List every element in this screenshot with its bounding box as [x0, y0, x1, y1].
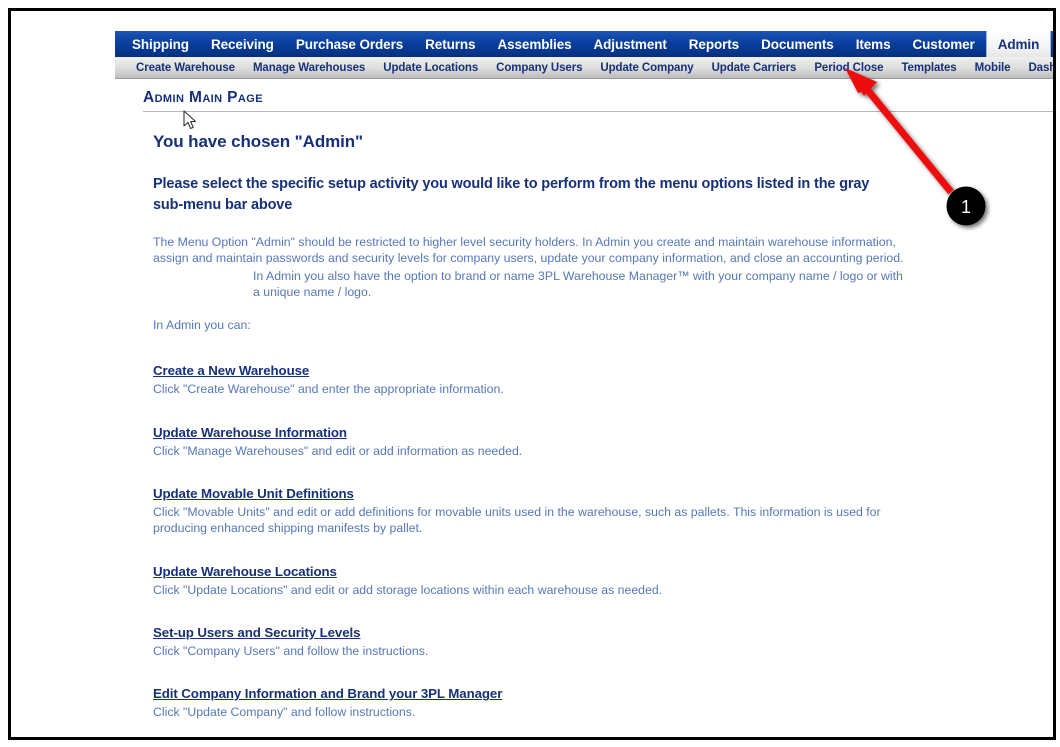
nav-tab-returns[interactable]: Returns: [414, 31, 486, 57]
task-description: Click "Movable Units" and edit or add de…: [153, 505, 881, 536]
link-update-warehouse-information[interactable]: Update Warehouse Information: [153, 425, 347, 440]
admin-task-users-security: Set-up Users and Security Levels Click "…: [153, 624, 1053, 659]
nav-tab-label: Adjustment: [593, 36, 667, 52]
browser-window-frame: Shipping Receiving Purchase Orders Retur…: [8, 8, 1056, 740]
nav-tab-assemblies[interactable]: Assemblies: [486, 31, 582, 57]
nav-tab-label: Reports: [688, 36, 740, 52]
subnav-item-update-carriers[interactable]: Update Carriers: [703, 62, 806, 74]
subnav-item-company-users[interactable]: Company Users: [487, 62, 591, 74]
nav-tab-label: Admin: [997, 36, 1040, 52]
nav-tab-purchase-orders[interactable]: Purchase Orders: [285, 31, 414, 57]
admin-task-warehouse-locations: Update Warehouse Locations Click "Update…: [153, 563, 1053, 598]
nav-tab-label: Items: [855, 36, 891, 52]
subnav-item-mobile[interactable]: Mobile: [966, 62, 1020, 74]
task-description: Click "Update Company" and follow instru…: [153, 705, 416, 720]
admin-task-movable-units: Update Movable Unit Definitions Click "M…: [153, 485, 1053, 537]
link-edit-company-information[interactable]: Edit Company Information and Brand your …: [153, 686, 502, 701]
main-navigation-bar: Shipping Receiving Purchase Orders Retur…: [115, 31, 1053, 57]
subnav-item-manage-warehouses[interactable]: Manage Warehouses: [244, 62, 374, 74]
application-viewport: Shipping Receiving Purchase Orders Retur…: [115, 31, 1053, 737]
page-title: Admin Main Page: [143, 89, 263, 106]
nav-tab-documents[interactable]: Documents: [750, 31, 845, 57]
subnav-item-dashboard[interactable]: Dashboard: [1019, 62, 1053, 74]
link-update-movable-unit-definitions[interactable]: Update Movable Unit Definitions: [153, 486, 354, 501]
nav-tab-label: Customer: [912, 36, 975, 52]
link-create-new-warehouse[interactable]: Create a New Warehouse: [153, 363, 309, 378]
nav-tab-adjustment[interactable]: Adjustment: [583, 31, 678, 57]
nav-tab-reports[interactable]: Reports: [678, 31, 750, 57]
nav-tab-label: Returns: [425, 36, 476, 52]
nav-tab-shipping[interactable]: Shipping: [121, 31, 200, 57]
admin-task-company-info: Edit Company Information and Brand your …: [153, 685, 1053, 720]
admin-sub-navigation-bar: Create Warehouse Manage Warehouses Updat…: [115, 57, 1053, 79]
page-body: Admin Main Page You have chosen "Admin" …: [115, 89, 1053, 737]
nav-tab-items[interactable]: Items: [845, 31, 902, 57]
link-update-warehouse-locations[interactable]: Update Warehouse Locations: [153, 564, 337, 579]
task-description: Click "Create Warehouse" and enter the a…: [153, 382, 504, 397]
chosen-module-heading: You have chosen "Admin": [153, 132, 363, 151]
subnav-item-templates[interactable]: Templates: [892, 62, 965, 74]
nav-tab-label: Receiving: [210, 36, 274, 52]
page-title-container: Admin Main Page: [143, 89, 1053, 112]
nav-tab-receiving[interactable]: Receiving: [200, 31, 285, 57]
subnav-item-update-company[interactable]: Update Company: [591, 62, 702, 74]
nav-tab-label: Assemblies: [497, 36, 572, 52]
nav-tab-customer[interactable]: Customer: [902, 31, 986, 57]
subnav-item-create-warehouse[interactable]: Create Warehouse: [127, 62, 244, 74]
nav-tab-label: Documents: [761, 36, 834, 52]
nav-tab-label: Purchase Orders: [295, 36, 404, 52]
intro-paragraph: The Menu Option "Admin" should be restri…: [153, 235, 904, 266]
link-setup-users-and-security-levels[interactable]: Set-up Users and Security Levels: [153, 625, 361, 640]
page-content: You have chosen "Admin" Please select th…: [153, 112, 1053, 737]
nav-tab-admin[interactable]: Admin: [985, 31, 1052, 57]
subnav-item-period-close[interactable]: Period Close: [805, 62, 892, 74]
lead-in-text: In Admin you can:: [153, 318, 251, 333]
nav-tab-label: Shipping: [132, 36, 189, 52]
subnav-item-update-locations[interactable]: Update Locations: [374, 62, 487, 74]
admin-task-create-warehouse: Create a New Warehouse Click "Create War…: [153, 362, 1053, 397]
task-description: Click "Update Locations" and edit or add…: [153, 582, 663, 597]
setup-instruction-heading: Please select the specific setup activit…: [153, 176, 870, 214]
nav-tab-home[interactable]: Home: [1051, 31, 1053, 57]
admin-task-update-warehouse-info: Update Warehouse Information Click "Mana…: [153, 424, 1053, 459]
task-description: Click "Company Users" and follow the ins…: [153, 644, 429, 659]
branding-paragraph: In Admin you also have the option to bra…: [253, 268, 903, 300]
task-description: Click "Manage Warehouses" and edit or ad…: [153, 443, 523, 458]
